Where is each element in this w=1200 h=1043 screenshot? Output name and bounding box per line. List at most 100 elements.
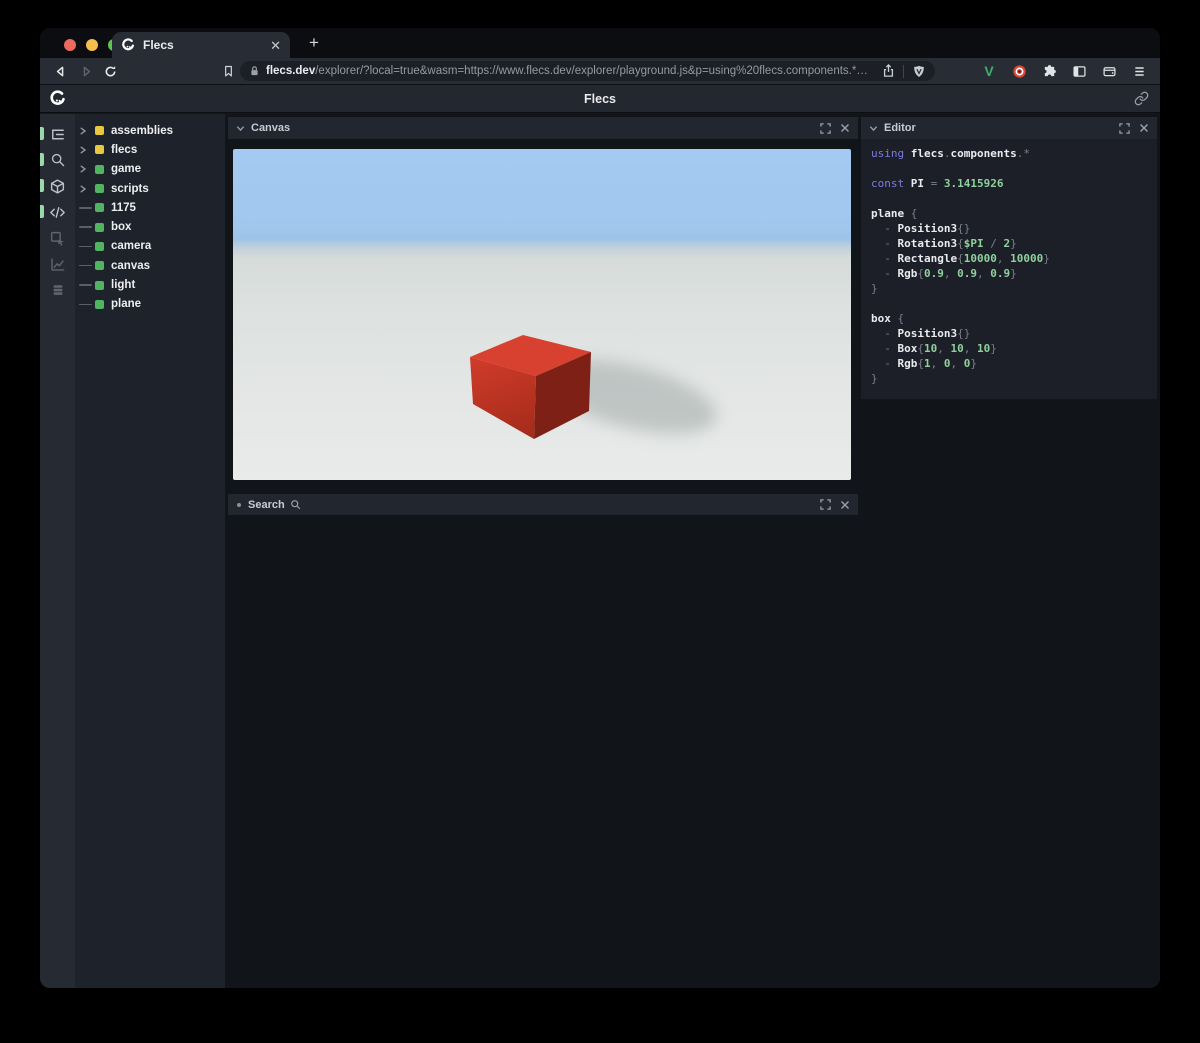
menu-icon[interactable]: [1130, 62, 1148, 80]
leaf-dash: [79, 226, 95, 228]
vue-devtools-extension-icon[interactable]: V: [980, 62, 998, 80]
tree-item-plane[interactable]: plane: [75, 295, 225, 314]
expand-chevron-icon[interactable]: [79, 165, 95, 173]
code-line: - Rgb{1, 0, 0}: [871, 357, 977, 370]
tree-item-label: plane: [111, 298, 142, 311]
collapse-chevron-icon[interactable]: [869, 124, 878, 133]
entity-tree: assemblies flecs game scripts 1175 box camera c…: [75, 114, 225, 988]
tab-close-icon[interactable]: ✕: [270, 39, 281, 52]
url-bar[interactable]: flecs.dev /explorer/?local=true&wasm=htt…: [240, 61, 935, 81]
leaf-dash: [79, 245, 95, 248]
code-line: - Rgb{0.9, 0.9, 0.9}: [871, 267, 1017, 280]
tree-item-canvas[interactable]: canvas: [75, 256, 225, 275]
flecs-explorer-app: Flecs assemblies flecs game scripts 1175 box c…: [40, 84, 1160, 988]
active-indicator: [40, 127, 44, 140]
url-path: /explorer/?local=true&wasm=https://www.f…: [315, 65, 876, 77]
lock-icon[interactable]: [249, 65, 260, 77]
tree-item-box[interactable]: box: [75, 217, 225, 236]
expand-chevron-icon[interactable]: [79, 127, 95, 135]
rail-item-inspect[interactable]: [40, 225, 75, 251]
canvas-panel-header[interactable]: Canvas: [228, 117, 858, 139]
fullscreen-icon[interactable]: [1119, 122, 1130, 134]
entity-color-swatch: [95, 164, 104, 174]
code-line: - Rectangle{10000, 10000}: [871, 252, 1050, 265]
code-line: }: [871, 372, 878, 385]
entity-color-swatch: [95, 241, 104, 251]
editor-panel: Editor using flecs.components.* const PI …: [861, 117, 1157, 399]
share-icon[interactable]: [882, 64, 895, 78]
code-line: plane {: [871, 207, 918, 220]
active-indicator: [40, 205, 44, 218]
bookmark-icon[interactable]: [218, 62, 238, 80]
browser-toolbar: flecs.dev /explorer/?local=true&wasm=htt…: [40, 58, 1160, 84]
rail-item-search[interactable]: [40, 147, 75, 173]
app-title: Flecs: [584, 91, 616, 106]
close-panel-icon[interactable]: [1139, 123, 1149, 133]
back-button[interactable]: [50, 62, 70, 80]
close-window-button[interactable]: [64, 39, 76, 51]
close-panel-icon[interactable]: [840, 123, 850, 133]
rail-item-stack[interactable]: [40, 277, 75, 303]
fullscreen-icon[interactable]: [820, 122, 831, 134]
search-panel-title: Search: [248, 498, 285, 511]
minimize-window-button[interactable]: [86, 39, 98, 51]
tree-item-light[interactable]: light: [75, 275, 225, 294]
reload-button[interactable]: [100, 62, 120, 80]
record-extension-icon[interactable]: [1010, 62, 1028, 80]
rail-item-chart[interactable]: [40, 251, 75, 277]
tree-item-label: canvas: [111, 259, 151, 272]
tab-title: Flecs: [143, 38, 174, 52]
main-area: Canvas Search Editor using flecs.compone…: [225, 114, 1160, 988]
code-area[interactable]: using flecs.components.* const PI = 3.141…: [861, 139, 1157, 399]
fullscreen-icon[interactable]: [820, 499, 831, 510]
collapsed-indicator[interactable]: [237, 502, 241, 507]
forward-button[interactable]: [76, 62, 96, 80]
browser-window: Flecs ✕ + flecs.dev /explorer/?local=tru…: [40, 28, 1160, 988]
canvas-viewport[interactable]: [233, 149, 851, 480]
active-indicator: [40, 153, 44, 166]
3d-scene: [470, 335, 717, 439]
tree-item-flecs[interactable]: flecs: [75, 140, 225, 159]
editor-panel-header[interactable]: Editor: [861, 117, 1157, 139]
chart-icon: [49, 256, 66, 273]
canvas-panel: Canvas: [228, 117, 858, 482]
tree-item-1175[interactable]: 1175: [75, 198, 225, 217]
entity-color-swatch: [95, 203, 104, 213]
code-line: - Rotation3{$PI / 2}: [871, 237, 1017, 250]
brave-shield-icon[interactable]: [912, 64, 926, 79]
search-panel-header[interactable]: Search: [228, 494, 858, 515]
new-tab-button[interactable]: +: [302, 32, 326, 54]
tree-item-camera[interactable]: camera: [75, 237, 225, 256]
extensions-puzzle-icon[interactable]: [1040, 62, 1058, 80]
collapse-chevron-icon[interactable]: [236, 124, 245, 133]
cube-icon: [49, 178, 66, 195]
sidebar-toggle-icon[interactable]: [1070, 62, 1088, 80]
wallet-icon[interactable]: [1100, 62, 1118, 80]
flecs-favicon-icon: [121, 38, 135, 52]
search-panel: Search: [228, 494, 858, 515]
tree-item-label: box: [111, 221, 132, 234]
search-icon: [50, 152, 66, 168]
browser-tab[interactable]: Flecs ✕: [112, 32, 290, 58]
entity-color-swatch: [95, 222, 104, 232]
expand-chevron-icon[interactable]: [79, 185, 95, 193]
tree-item-scripts[interactable]: scripts: [75, 179, 225, 198]
rail-item-code[interactable]: [40, 199, 75, 225]
url-domain: flecs.dev: [266, 65, 316, 77]
code-line: - Box{10, 10, 10}: [871, 342, 997, 355]
entity-color-swatch: [95, 280, 104, 290]
permalink-icon[interactable]: [1134, 91, 1149, 106]
canvas-panel-title: Canvas: [251, 122, 291, 134]
rail-item-tree[interactable]: [40, 121, 75, 147]
entity-color-swatch: [95, 126, 104, 136]
rail-item-cube[interactable]: [40, 173, 75, 199]
tree-item-game[interactable]: game: [75, 160, 225, 179]
expand-chevron-icon[interactable]: [79, 146, 95, 154]
tree-item-label: game: [111, 163, 142, 176]
search-icon: [290, 499, 301, 510]
tree-item-assemblies[interactable]: assemblies: [75, 121, 225, 140]
entity-color-swatch: [95, 261, 104, 271]
close-panel-icon[interactable]: [840, 500, 850, 510]
extensions-area: V: [980, 58, 1148, 84]
